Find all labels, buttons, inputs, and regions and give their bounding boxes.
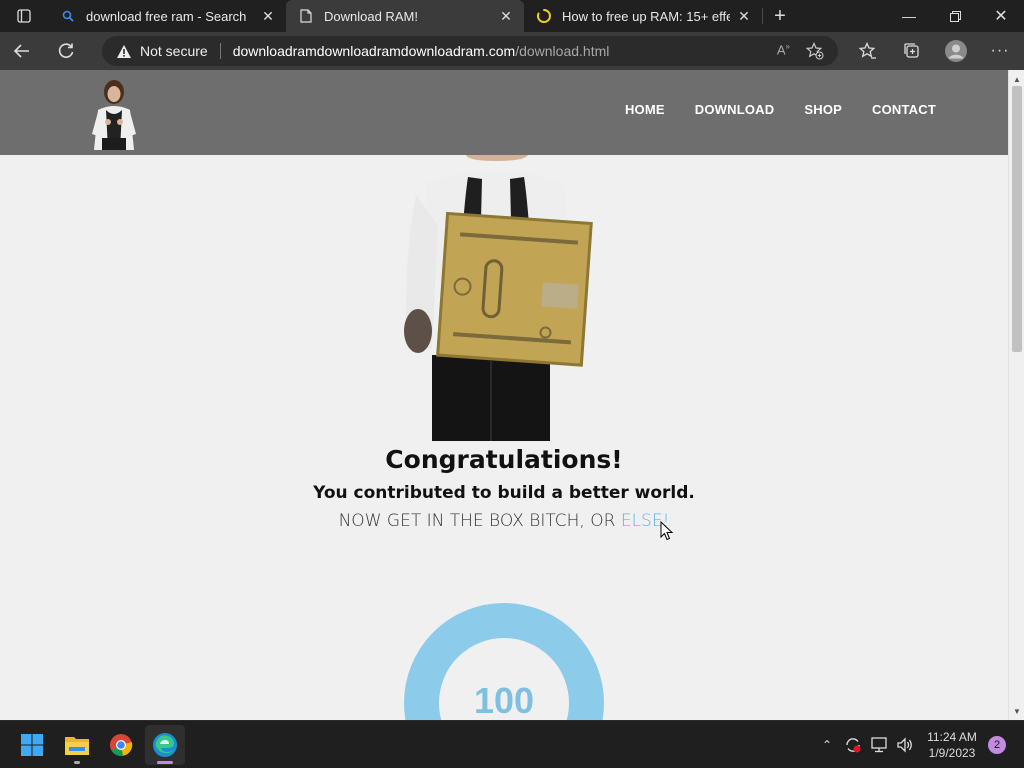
file-explorer-icon bbox=[65, 737, 89, 755]
clock-date: 1/9/2023 bbox=[928, 746, 976, 760]
page-scrollbar[interactable]: ▲ ▼ bbox=[1008, 70, 1024, 720]
address-bar[interactable]: Not secure downloadramdownloadramdownloa… bbox=[102, 36, 838, 66]
congratulations-heading: Congratulations! bbox=[385, 445, 623, 474]
refresh-button[interactable] bbox=[44, 32, 88, 70]
toolbar-right: ··· bbox=[846, 32, 1022, 70]
favorites-button[interactable] bbox=[846, 32, 890, 70]
scroll-thumb[interactable] bbox=[1012, 86, 1022, 352]
show-hidden-icons-button[interactable]: ⌃ bbox=[814, 721, 840, 768]
window-controls: — ✕ bbox=[886, 0, 1024, 32]
omnibox-divider bbox=[219, 43, 221, 59]
tab-title: How to free up RAM: 15+ effective bbox=[562, 8, 730, 24]
settings-more-button[interactable]: ··· bbox=[978, 32, 1022, 70]
restore-icon bbox=[949, 10, 961, 22]
url-path: /download.html bbox=[515, 43, 610, 59]
restore-button[interactable] bbox=[932, 0, 978, 32]
new-tab-button[interactable]: + bbox=[763, 0, 797, 32]
edge-button[interactable] bbox=[145, 725, 185, 765]
tab-title: Download RAM! bbox=[324, 8, 418, 24]
page-icon bbox=[298, 8, 314, 24]
back-arrow-icon bbox=[13, 44, 29, 58]
edge-icon bbox=[153, 733, 177, 757]
chrome-icon bbox=[110, 734, 133, 756]
tab-title: download free ram - Search bbox=[86, 8, 247, 24]
back-button[interactable] bbox=[0, 32, 44, 70]
browser-toolbar: Not secure downloadramdownloadramdownloa… bbox=[0, 32, 1024, 70]
plus-icon: + bbox=[774, 4, 786, 27]
notification-badge[interactable]: 2 bbox=[988, 736, 1006, 754]
loading-icon bbox=[536, 8, 552, 24]
volume-icon bbox=[897, 737, 912, 753]
running-indicator bbox=[157, 761, 173, 764]
sync-status-button[interactable] bbox=[840, 721, 866, 768]
omnibox-actions: A» bbox=[777, 42, 824, 60]
tab-free-up-ram[interactable]: How to free up RAM: 15+ effective ✕ bbox=[524, 0, 762, 32]
site-header: HOME DOWNLOAD SHOP CONTACT bbox=[0, 70, 1008, 155]
more-icon: ··· bbox=[990, 42, 1010, 59]
file-explorer-button[interactable] bbox=[57, 725, 97, 765]
scroll-down-icon[interactable]: ▼ bbox=[1009, 704, 1024, 718]
read-aloud-icon[interactable]: A» bbox=[777, 42, 790, 60]
minimize-icon: — bbox=[902, 8, 916, 24]
volume-button[interactable] bbox=[892, 721, 918, 768]
nav-shop-link[interactable]: SHOP bbox=[804, 102, 842, 117]
running-indicator bbox=[74, 761, 80, 764]
tab-actions-button[interactable] bbox=[0, 0, 48, 32]
tab-strip: download free ram - Search ✕ Download RA… bbox=[0, 0, 1024, 32]
profile-button[interactable] bbox=[934, 32, 978, 70]
hero-character-with-box bbox=[404, 155, 593, 441]
counter-value: 100 bbox=[473, 680, 535, 720]
mouse-cursor-icon bbox=[660, 521, 674, 541]
close-window-button[interactable]: ✕ bbox=[978, 0, 1024, 32]
collections-button[interactable] bbox=[890, 32, 934, 70]
network-button[interactable] bbox=[866, 721, 892, 768]
tab-actions-icon bbox=[17, 9, 31, 23]
taunt-message: NOW GET IN THE BOX BITCH, OR ELSE! bbox=[0, 511, 1008, 531]
scroll-up-icon[interactable]: ▲ bbox=[1009, 72, 1024, 86]
search-icon bbox=[60, 8, 76, 24]
nav-home-link[interactable]: HOME bbox=[625, 102, 665, 117]
site-logo[interactable] bbox=[84, 76, 144, 152]
close-icon: ✕ bbox=[994, 8, 1008, 25]
collections-icon bbox=[904, 43, 919, 58]
clock-time: 11:24 AM bbox=[927, 730, 977, 744]
nav-download-link[interactable]: DOWNLOAD bbox=[695, 102, 775, 117]
nav-contact-link[interactable]: CONTACT bbox=[872, 102, 936, 117]
site-nav: HOME DOWNLOAD SHOP CONTACT bbox=[625, 102, 936, 117]
taunt-text: NOW GET IN THE BOX BITCH, OR bbox=[338, 511, 621, 531]
avatar-icon bbox=[945, 40, 967, 62]
page-viewport: HOME DOWNLOAD SHOP CONTACT Congratulatio… bbox=[0, 70, 1008, 720]
tab-download-ram[interactable]: Download RAM! ✕ bbox=[286, 0, 524, 32]
start-icon bbox=[21, 734, 43, 756]
start-button[interactable] bbox=[12, 725, 52, 765]
network-icon bbox=[871, 737, 887, 753]
warning-icon bbox=[117, 44, 131, 58]
clock[interactable]: 11:24 AM 1/9/2023 bbox=[922, 729, 982, 761]
close-icon[interactable]: ✕ bbox=[498, 8, 514, 24]
system-tray: ⌃ 11:24 AM 1/9/2023 2 bbox=[814, 721, 1024, 768]
close-icon[interactable]: ✕ bbox=[736, 8, 752, 24]
chevron-up-icon: ⌃ bbox=[821, 738, 833, 752]
chrome-button[interactable] bbox=[101, 725, 141, 765]
windows-taskbar: ⌃ 11:24 AM 1/9/2023 2 bbox=[0, 720, 1024, 768]
add-favorite-icon[interactable] bbox=[806, 42, 824, 60]
sync-error-icon bbox=[846, 738, 861, 753]
minimize-button[interactable]: — bbox=[886, 0, 932, 32]
contribution-message: You contributed to build a better world. bbox=[313, 483, 695, 503]
favorites-icon bbox=[859, 42, 876, 59]
refresh-icon bbox=[58, 43, 74, 58]
security-label: Not secure bbox=[140, 43, 208, 59]
tab-search[interactable]: download free ram - Search ✕ bbox=[48, 0, 286, 32]
url-text[interactable]: downloadramdownloadramdownloadram.com/do… bbox=[233, 43, 610, 59]
security-indicator[interactable]: Not secure bbox=[116, 43, 208, 59]
url-domain: downloadramdownloadramdownloadram.com bbox=[232, 43, 516, 59]
close-icon[interactable]: ✕ bbox=[260, 8, 276, 24]
